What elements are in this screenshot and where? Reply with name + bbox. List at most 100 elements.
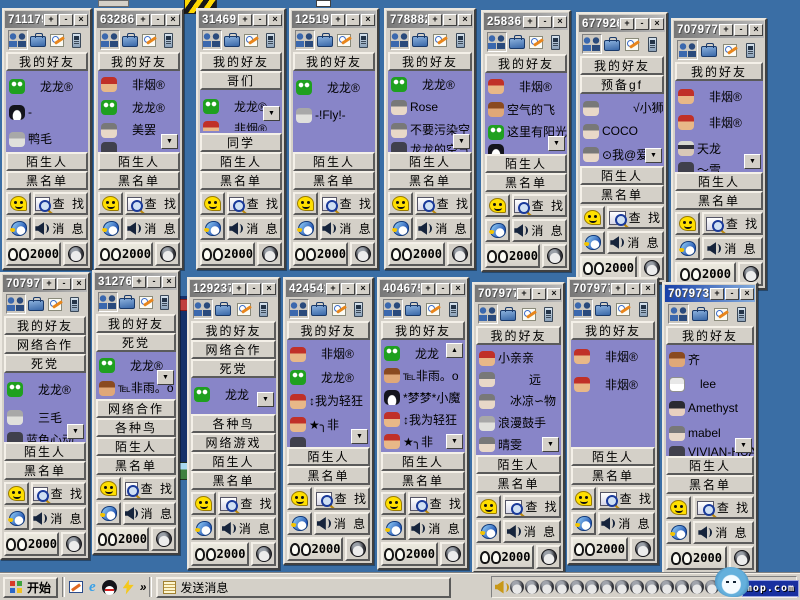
group-button[interactable]: 死党 xyxy=(96,333,176,352)
briefcase-button[interactable] xyxy=(26,294,45,314)
group-button[interactable]: 陌生人 xyxy=(4,442,86,461)
search-button[interactable]: 查 找 xyxy=(408,492,465,515)
buddy-row[interactable]: *梦梦*小魔 xyxy=(384,386,465,408)
close-button[interactable]: × xyxy=(547,288,561,300)
group-button[interactable]: 陌生人 xyxy=(485,154,567,173)
phone-button[interactable] xyxy=(254,299,274,319)
qq-bird-button[interactable] xyxy=(293,217,318,240)
maximize-button[interactable]: + xyxy=(136,14,150,26)
group-button[interactable]: 陌生人 xyxy=(6,152,88,171)
group-button[interactable]: 我的好友 xyxy=(287,321,370,340)
close-button[interactable]: × xyxy=(74,14,88,26)
group-button[interactable]: 黑名单 xyxy=(200,171,282,190)
buddy-row[interactable]: ↕我为轻狂 xyxy=(290,389,370,413)
titlebar[interactable]: 707977+-× xyxy=(3,275,87,292)
penguin-button[interactable] xyxy=(63,242,88,266)
phone-button[interactable] xyxy=(731,304,752,324)
group-button[interactable]: 黑名单 xyxy=(4,461,86,480)
message-face-button[interactable] xyxy=(6,192,31,215)
group-button[interactable]: 预备gf xyxy=(580,75,664,94)
titlebar[interactable]: 778882+-× xyxy=(387,11,473,28)
notes-button[interactable] xyxy=(423,299,443,319)
friends-button[interactable] xyxy=(487,32,507,52)
maximize-button[interactable]: + xyxy=(132,276,146,288)
qq-bird-button[interactable] xyxy=(98,217,123,240)
briefcase-button[interactable] xyxy=(213,299,233,319)
maximize-button[interactable]: + xyxy=(421,283,435,295)
group-button[interactable]: 我的好友 xyxy=(476,326,561,345)
group-button[interactable]: 我的好友 xyxy=(666,326,754,345)
group-button[interactable]: 黑名单 xyxy=(485,173,567,192)
phone-button[interactable] xyxy=(642,34,662,54)
message-face-button[interactable] xyxy=(4,482,29,505)
qq2000-logo-button[interactable]: 2000 xyxy=(485,244,540,268)
phone-button[interactable] xyxy=(155,292,174,312)
message-button[interactable]: 消 息 xyxy=(512,219,567,242)
search-button[interactable]: 查 找 xyxy=(503,495,561,518)
group-button[interactable]: 网络游戏 xyxy=(191,433,276,452)
qq2000-logo-button[interactable]: 2000 xyxy=(476,545,534,569)
group-button[interactable]: 我的好友 xyxy=(6,52,88,71)
friends-button[interactable] xyxy=(193,299,213,319)
phone-button[interactable] xyxy=(348,299,368,319)
briefcase-button[interactable] xyxy=(593,299,613,319)
group-button[interactable]: 死党 xyxy=(191,359,276,378)
phone-button[interactable] xyxy=(740,40,761,60)
briefcase-button[interactable] xyxy=(222,30,241,50)
close-button[interactable]: × xyxy=(361,14,375,26)
buddy-row[interactable]: 非烟® xyxy=(574,342,655,370)
group-button[interactable]: 黑名单 xyxy=(287,466,370,485)
search-button[interactable]: 查 找 xyxy=(227,192,282,215)
buddy-row[interactable]: 冰凉∽物 xyxy=(479,390,561,412)
scroll-down-button[interactable]: ▼ xyxy=(446,434,463,449)
group-button[interactable]: 黑名单 xyxy=(381,471,465,490)
friends-button[interactable] xyxy=(478,304,498,324)
group-button[interactable]: 黑名单 xyxy=(191,471,276,490)
group-button[interactable]: 黑名单 xyxy=(6,171,88,190)
qq-bird-button[interactable] xyxy=(4,507,29,530)
group-button[interactable]: 我的好友 xyxy=(388,52,472,71)
buddy-row[interactable]: 非烟® xyxy=(203,120,282,131)
qq-bird-button[interactable] xyxy=(287,512,312,535)
message-button[interactable]: 消 息 xyxy=(218,517,276,540)
buddy-row[interactable]: lee xyxy=(669,372,754,397)
message-face-button[interactable] xyxy=(571,487,596,510)
friends-button[interactable] xyxy=(8,30,28,50)
buddy-row[interactable]: 非烟® xyxy=(290,342,370,366)
scroll-down-button[interactable]: ▼ xyxy=(161,134,178,149)
message-face-button[interactable] xyxy=(580,206,605,229)
group-button[interactable]: 我的好友 xyxy=(675,62,763,81)
friends-button[interactable] xyxy=(289,299,309,319)
close-button[interactable]: × xyxy=(451,283,465,295)
briefcase-button[interactable] xyxy=(498,304,518,324)
qq2000-logo-button[interactable]: 2000 xyxy=(388,242,445,266)
group-button[interactable]: 陌生人 xyxy=(675,172,763,191)
message-button[interactable]: 消 息 xyxy=(503,520,561,543)
message-button[interactable]: 消 息 xyxy=(320,217,375,240)
group-button[interactable]: 陌生人 xyxy=(580,166,664,185)
buddy-row[interactable]: ↕我为轻狂 xyxy=(384,408,465,430)
titlebar[interactable]: 632861+-× xyxy=(97,11,181,28)
buddy-row[interactable]: 非烟® xyxy=(678,109,763,135)
message-button[interactable]: 消 息 xyxy=(314,512,370,535)
tray-penguin-icon[interactable] xyxy=(660,580,674,594)
penguin-button[interactable] xyxy=(61,532,86,556)
minimize-button[interactable]: - xyxy=(57,278,71,290)
minimize-button[interactable]: - xyxy=(346,14,360,26)
group-button[interactable]: 我的好友 xyxy=(200,52,282,71)
group-button[interactable]: 黑名单 xyxy=(571,466,655,485)
penguin-button[interactable] xyxy=(440,542,465,566)
titlebar[interactable]: 707977+-× xyxy=(475,285,562,302)
message-face-button[interactable] xyxy=(381,492,406,515)
minimize-button[interactable]: - xyxy=(538,16,552,28)
friends-button[interactable] xyxy=(98,292,118,312)
penguin-button[interactable] xyxy=(542,244,567,268)
tray-penguin-icon[interactable] xyxy=(630,580,644,594)
group-button[interactable]: 陌生人 xyxy=(287,447,370,466)
notes-button[interactable] xyxy=(526,32,545,52)
scroll-down-button[interactable]: ▼ xyxy=(542,437,559,452)
maximize-button[interactable]: + xyxy=(710,288,724,300)
maximize-button[interactable]: + xyxy=(331,14,345,26)
phone-button[interactable] xyxy=(450,30,470,50)
tray-penguin-icon[interactable] xyxy=(645,580,659,594)
